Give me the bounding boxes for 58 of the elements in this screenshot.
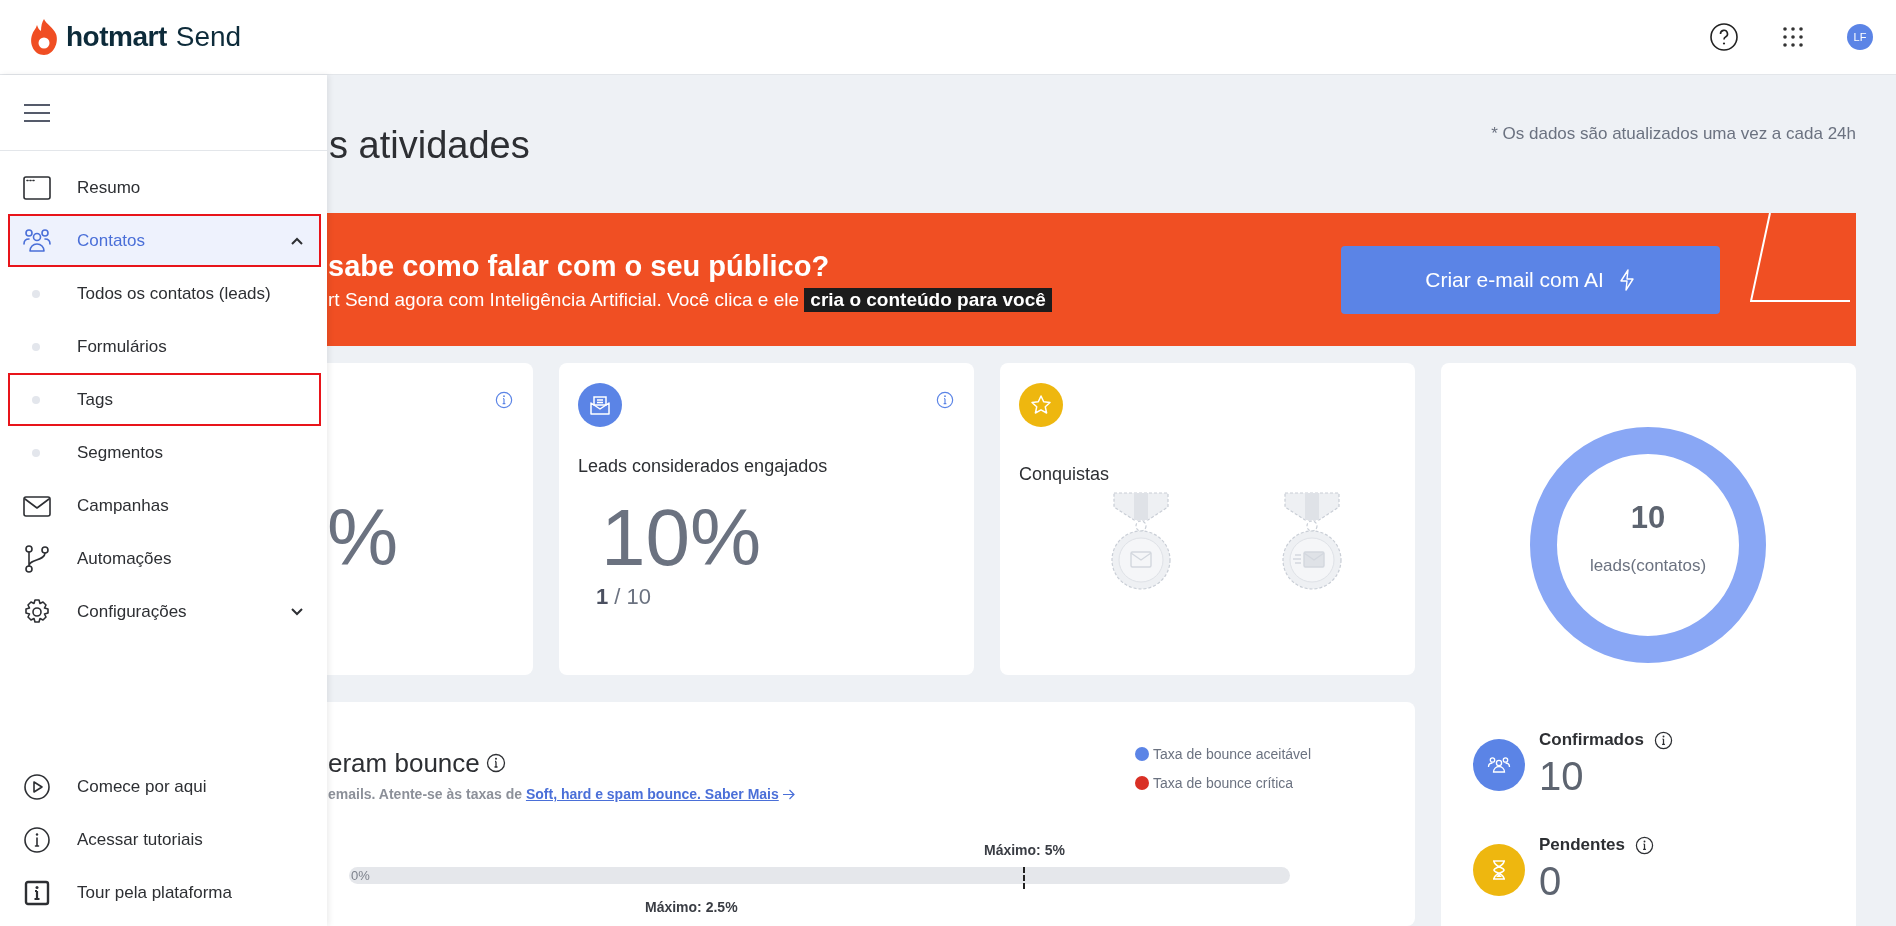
- star-icon: [1030, 394, 1052, 416]
- create-email-button[interactable]: Criar e-mail com AI: [1341, 245, 1720, 314]
- bullet-icon: [32, 395, 40, 404]
- banner-text: rt Send agora com Inteligência Artificial. Você clica e ele cria o conteúdo para você: [328, 287, 1052, 312]
- apps-grid-icon[interactable]: [1782, 26, 1804, 48]
- stat-label: Pendentes: [1539, 834, 1625, 856]
- legend-label: Taxa de bounce aceitável: [1153, 745, 1311, 764]
- product-name: Send: [175, 21, 242, 53]
- card-label: Conquistas: [1019, 463, 1111, 485]
- sidebar-subitem[interactable]: Segmentos: [8, 426, 321, 479]
- metric-count: 1 / 10: [596, 584, 653, 610]
- bar-reading: 0%: [351, 867, 370, 884]
- sidebar-subitem[interactable]: Tags: [8, 373, 321, 426]
- update-note: * Os dados são atualizados uma vez a cada 24h: [1491, 124, 1856, 144]
- limit-marker: [1022, 867, 1025, 889]
- bullet-icon: [32, 289, 40, 298]
- bullet-icon: [32, 448, 40, 457]
- sidebar-subitem[interactable]: Todos os contatos (leads): [8, 267, 321, 320]
- info-icon[interactable]: [1635, 835, 1654, 855]
- menu-icon[interactable]: [22, 101, 52, 124]
- sidebar-item[interactable]: Acessar tutoriais: [8, 813, 321, 866]
- stat-label: Confirmados: [1539, 729, 1644, 751]
- avatar[interactable]: LF: [1847, 24, 1873, 50]
- limit-label: Máximo: 5%: [984, 842, 1065, 858]
- help-icon[interactable]: [1709, 22, 1739, 52]
- flame-logo-icon: [29, 18, 59, 56]
- info-icon[interactable]: [485, 753, 506, 773]
- bullet-icon: [32, 342, 40, 351]
- arrow-right-icon: [781, 789, 795, 800]
- card-label: Leads considerados engajados: [578, 455, 829, 477]
- brand-name: hotmart: [66, 21, 167, 53]
- bounce-title: eram bounce: [328, 748, 480, 778]
- lightning-icon: [1617, 268, 1636, 291]
- play-icon: [22, 771, 52, 802]
- limit-label: Máximo: 2.5%: [645, 899, 738, 915]
- sidebar-item[interactable]: Configurações: [8, 585, 321, 638]
- sidebar-item[interactable]: Campanhas: [8, 479, 321, 532]
- metric-value: 10%: [601, 498, 763, 578]
- stat-value: 10: [1539, 753, 1585, 800]
- branch-icon: [22, 543, 52, 574]
- sidebar-item[interactable]: Automações: [8, 532, 321, 585]
- page-title: s atividades: [329, 123, 530, 168]
- info-icon[interactable]: [1653, 730, 1673, 750]
- sidebar-subitem[interactable]: Formulários: [8, 320, 321, 373]
- info-icon: [22, 824, 52, 855]
- leads-label: leads(contatos): [1589, 556, 1707, 576]
- learn-more-link[interactable]: Soft, hard e spam bounce. Saber Mais: [525, 786, 795, 803]
- sidebar-item[interactable]: Contatos: [8, 214, 321, 267]
- sidebar-item[interactable]: Tour pela plataforma: [8, 866, 321, 919]
- bounce-description: emails. Atente-se às taxas de Soft, hard e spam bounce. Saber Mais: [328, 786, 795, 803]
- mail-icon: [589, 394, 611, 416]
- metric-value: %: [327, 498, 400, 578]
- legend-label: Taxa de bounce crítica: [1153, 774, 1294, 793]
- leads-total: 10: [1630, 500, 1666, 536]
- banner-headline: sabe como falar com o seu público?: [328, 248, 831, 284]
- stat-value: 0: [1539, 858, 1563, 905]
- sidebar-item[interactable]: Resumo: [8, 161, 321, 214]
- sidebar-item[interactable]: Comece por aqui: [8, 760, 321, 813]
